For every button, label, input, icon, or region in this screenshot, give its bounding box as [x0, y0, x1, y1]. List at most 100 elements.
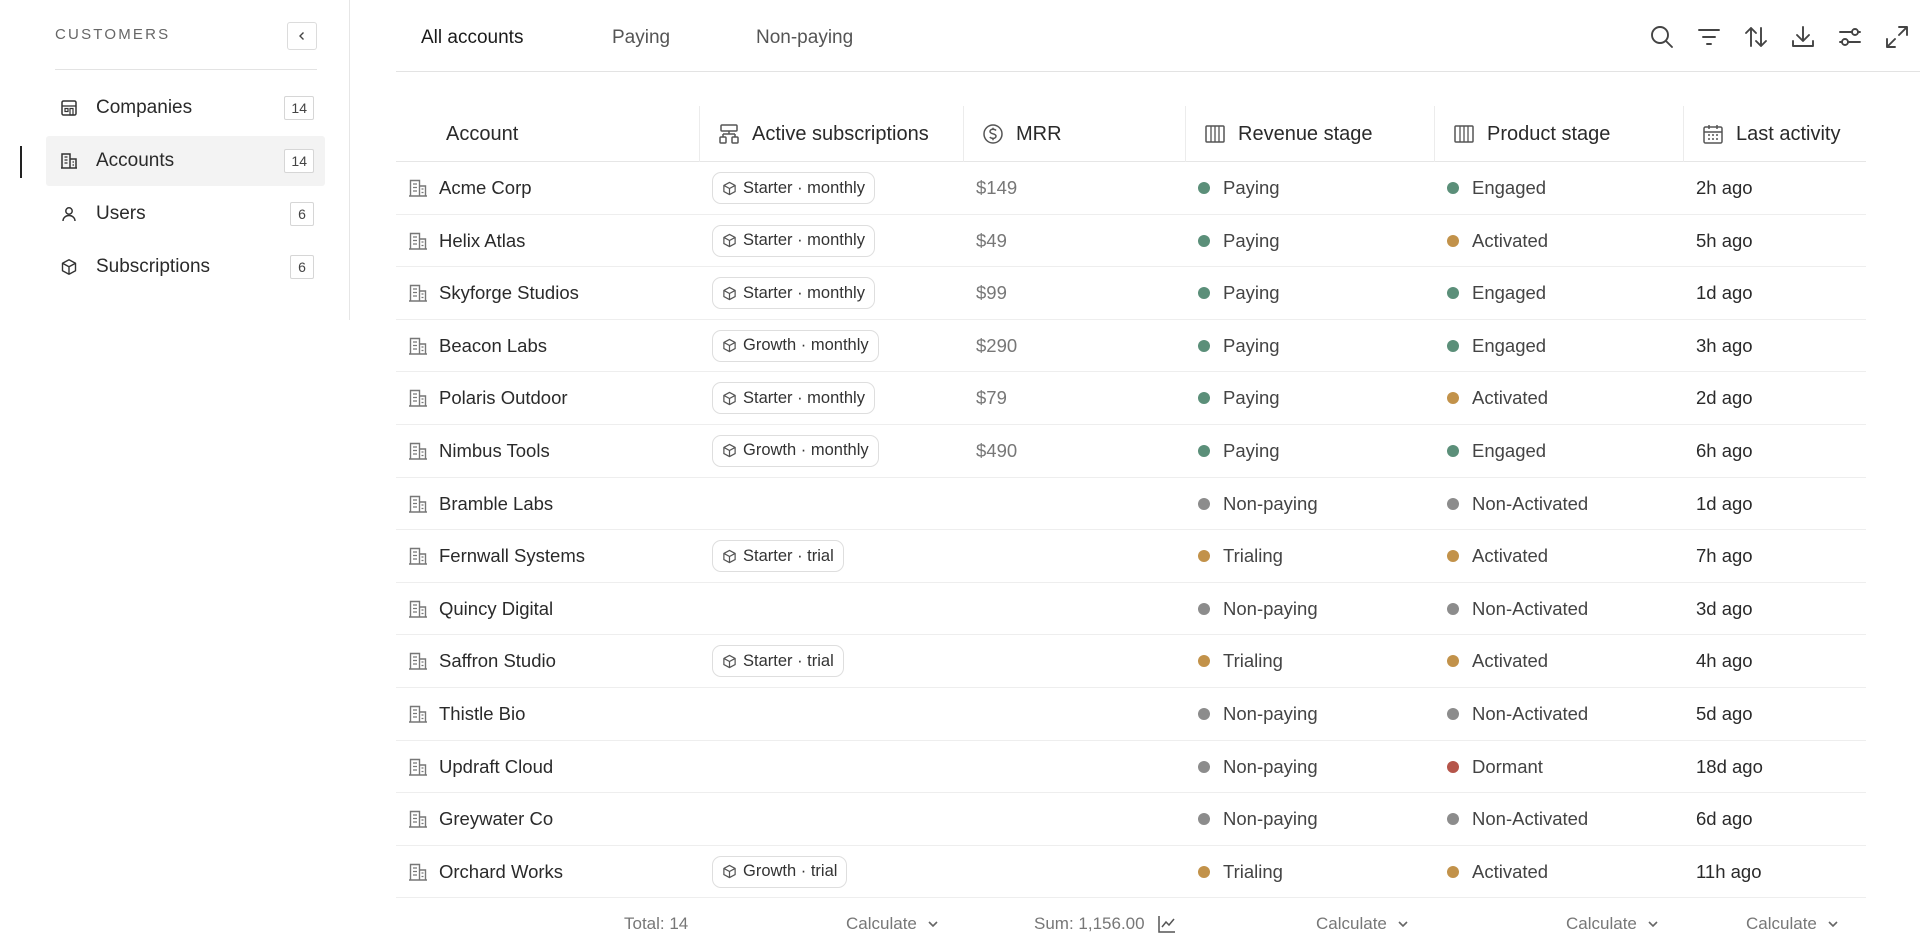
account-name: Thistle Bio	[439, 702, 526, 724]
subscription-chip[interactable]: Starter · monthly	[712, 172, 875, 204]
chevron-left-icon	[299, 32, 304, 40]
sidebar-item-users[interactable]: Users 6	[46, 189, 325, 239]
table-body: Acme Corp Starter · monthly $149 Paying Enga…	[396, 162, 1866, 899]
table-row[interactable]: Updraft Cloud Non-paying Dormant 18d ago	[396, 741, 1866, 794]
table-row[interactable]: Helix Atlas Starter · monthly $49 Paying Act…	[396, 215, 1866, 268]
account-cell[interactable]: Saffron Studio	[408, 635, 556, 687]
fullscreen-button[interactable]	[1873, 22, 1920, 52]
subscription-chip[interactable]: Starter · trial	[712, 540, 844, 573]
table-row[interactable]: Greywater Co Non-paying Non-Activated 6d ag…	[396, 793, 1866, 846]
table-row[interactable]: Polaris Outdoor Starter · monthly $79 Payin…	[396, 372, 1866, 425]
status-dot	[1447, 287, 1459, 300]
tab-bar: All accounts Paying Non-paying	[396, 0, 1920, 72]
column-header-last-activity[interactable]: Last activity	[1684, 106, 1866, 162]
table-row[interactable]: Saffron Studio Starter · trial Trialing Act…	[396, 635, 1866, 688]
account-cell[interactable]: Acme Corp	[408, 162, 532, 214]
tab-non-paying[interactable]: Non-paying	[756, 27, 853, 49]
last-activity-cell: 4h ago	[1696, 650, 1753, 672]
table-row[interactable]: Nimbus Tools Growth · monthly $490 Paying En…	[396, 425, 1866, 478]
column-header-active-subscriptions[interactable]: Active subscriptions	[700, 106, 964, 162]
subscription-chip[interactable]: Growth · trial	[712, 855, 848, 888]
table-row[interactable]: Beacon Labs Growth · monthly $290 Paying Eng…	[396, 320, 1866, 373]
sidebar-item-companies[interactable]: Companies 14	[46, 83, 325, 133]
sidebar-item-accounts[interactable]: Accounts 14	[46, 136, 325, 186]
calculate-last-activity-button[interactable]: Calculate	[1746, 904, 1840, 944]
mrr-cell: $99	[976, 282, 1007, 304]
footer-total: Total: 14	[624, 914, 689, 933]
last-activity-cell: 3h ago	[1696, 334, 1753, 356]
account-cell[interactable]: Skyforge Studios	[408, 267, 579, 319]
status-dot	[1198, 707, 1210, 720]
status-dot	[1447, 182, 1459, 194]
status-dot	[1198, 497, 1210, 510]
filter-button[interactable]	[1685, 22, 1732, 52]
revenue-stage-cell: Paying	[1198, 215, 1280, 267]
collapse-sidebar-button[interactable]	[287, 22, 317, 50]
mrr-cell: $49	[976, 229, 1007, 251]
chevron-down-icon	[1648, 921, 1658, 928]
table-row[interactable]: Thistle Bio Non-paying Non-Activated 5d ago	[396, 688, 1866, 741]
column-header-product-stage[interactable]: Product stage	[1435, 106, 1684, 162]
account-cell[interactable]: Greywater Co	[408, 793, 553, 845]
footer-mrr-sum[interactable]: Sum: 1,156.00	[1034, 904, 1177, 944]
account-cell[interactable]: Fernwall Systems	[408, 530, 585, 582]
last-activity-cell: 2h ago	[1696, 177, 1753, 198]
subscription-chip[interactable]: Starter · monthly	[712, 277, 875, 310]
account-name: Fernwall Systems	[439, 545, 585, 567]
product-stage-cell: Non-Activated	[1447, 583, 1588, 635]
column-header-mrr[interactable]: MRR	[964, 106, 1186, 162]
subscription-chip[interactable]: Growth · monthly	[712, 434, 879, 467]
column-header-account[interactable]: Account	[396, 106, 700, 162]
account-cell[interactable]: Beacon Labs	[408, 320, 547, 372]
account-name: Saffron Studio	[439, 650, 556, 672]
sidebar-item-label: Accounts	[96, 150, 175, 171]
office-icon	[409, 232, 427, 250]
sidebar-item-subscriptions[interactable]: Subscriptions 6	[46, 242, 325, 292]
subscription-chip[interactable]: Starter · trial	[712, 645, 844, 678]
table-row[interactable]: Bramble Labs Non-paying Non-Activated 1d ag…	[396, 478, 1866, 531]
cube-icon	[723, 444, 736, 458]
column-header-revenue-stage[interactable]: Revenue stage	[1186, 106, 1435, 162]
account-cell[interactable]: Bramble Labs	[408, 478, 553, 530]
revenue-stage-cell: Trialing	[1198, 635, 1283, 687]
table-row[interactable]: Skyforge Studios Starter · monthly $99 Payi…	[396, 267, 1866, 320]
sort-button[interactable]	[1732, 22, 1779, 52]
download-button[interactable]	[1779, 22, 1826, 52]
office-icon	[409, 495, 427, 513]
product-stage-cell: Activated	[1447, 530, 1548, 582]
cube-icon	[723, 865, 736, 879]
tab-paying[interactable]: Paying	[612, 27, 670, 49]
revenue-stage-cell: Trialing	[1198, 530, 1283, 582]
search-icon	[1650, 26, 1673, 48]
subscription-chip[interactable]: Starter · monthly	[712, 382, 875, 415]
last-activity-cell: 1d ago	[1696, 492, 1753, 514]
calculate-subscriptions-button[interactable]: Calculate	[846, 904, 940, 944]
product-stage-cell: Non-Activated	[1447, 478, 1588, 530]
product-stage-cell: Activated	[1447, 635, 1548, 687]
table-row[interactable]: Fernwall Systems Starter · trial Trialing A…	[396, 530, 1866, 583]
account-name: Acme Corp	[439, 177, 532, 198]
last-activity-cell: 6d ago	[1696, 808, 1753, 830]
table-row[interactable]: Acme Corp Starter · monthly $149 Paying Enga…	[396, 162, 1866, 215]
account-cell[interactable]: Nimbus Tools	[408, 425, 550, 477]
account-cell[interactable]: Helix Atlas	[408, 215, 525, 267]
subscription-chip[interactable]: Starter · monthly	[712, 224, 875, 257]
settings-button[interactable]	[1826, 22, 1873, 52]
table-row[interactable]: Quincy Digital Non-paying Non-Activated 3d …	[396, 583, 1866, 636]
dollar-circle-icon	[983, 124, 1003, 144]
table-row[interactable]: Orchard Works Growth · trial Trialing Activ…	[396, 846, 1866, 899]
account-cell[interactable]: Polaris Outdoor	[408, 372, 568, 424]
subscription-chip[interactable]: Growth · monthly	[712, 329, 879, 362]
account-cell[interactable]: Thistle Bio	[408, 688, 525, 740]
sidebar: CUSTOMERS Companies 14 Accounts 14 Users…	[0, 0, 350, 320]
tab-all-accounts[interactable]: All accounts	[421, 27, 523, 49]
calculate-revenue-stage-button[interactable]: Calculate	[1316, 904, 1410, 944]
office-icon	[61, 153, 77, 169]
calculate-product-stage-button[interactable]: Calculate	[1566, 904, 1660, 944]
mrr-cell: $79	[976, 387, 1007, 409]
sidebar-header: CUSTOMERS	[55, 22, 317, 70]
search-button[interactable]	[1638, 22, 1685, 52]
account-cell[interactable]: Orchard Works	[408, 846, 563, 898]
account-cell[interactable]: Updraft Cloud	[408, 741, 553, 793]
account-cell[interactable]: Quincy Digital	[408, 583, 553, 635]
